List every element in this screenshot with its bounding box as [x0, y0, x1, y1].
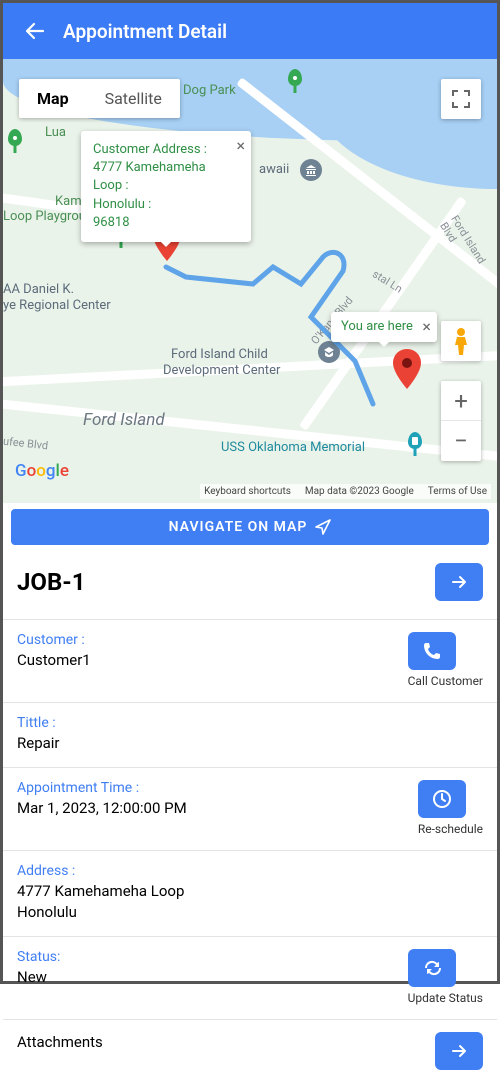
fullscreen-icon: [452, 90, 470, 108]
map-tab-satellite[interactable]: Satellite: [87, 79, 180, 118]
action-caption: Update Status: [408, 991, 483, 1005]
address-line: Honolulu: [17, 902, 483, 922]
back-button[interactable]: [15, 19, 55, 43]
arrow-left-icon: [23, 19, 47, 43]
field-label: Status:: [17, 949, 408, 965]
map-attribution: Keyboard shortcuts Map data ©2023 Google…: [200, 484, 491, 499]
field-label: Tittle :: [17, 715, 483, 731]
field-value: Customer1: [17, 650, 408, 670]
field-value: Mar 1, 2023, 12:00:00 PM: [17, 798, 418, 818]
action-caption: Re-schedule: [418, 822, 483, 836]
update-status-button[interactable]: [408, 949, 456, 987]
customer-address-popup: × Customer Address : 4777 Kamehameha Loo…: [81, 131, 251, 242]
keyboard-shortcuts-link[interactable]: Keyboard shortcuts: [204, 486, 291, 497]
popup-line: Honolulu :: [93, 196, 223, 214]
phone-icon: [422, 641, 442, 661]
row-status: Status: New Update Status: [3, 937, 497, 1020]
google-logo: Google: [15, 461, 69, 481]
row-appointment-time: Appointment Time : Mar 1, 2023, 12:00:00…: [3, 768, 497, 851]
field-label: Appointment Time :: [17, 780, 418, 796]
call-customer-button[interactable]: [408, 632, 456, 670]
arrow-right-icon: [449, 572, 469, 592]
row-title: Tittle : Repair: [3, 703, 497, 768]
zoom-out-button[interactable]: −: [441, 421, 481, 461]
appointment-content: JOB-1 Customer : Customer1 Call Customer…: [3, 545, 497, 1076]
fullscreen-button[interactable]: [441, 79, 481, 119]
pegman-icon: [451, 327, 471, 355]
navigate-on-map-button[interactable]: NAVIGATE ON MAP: [11, 509, 489, 545]
zoom-control: + −: [441, 381, 481, 461]
row-attachments: Attachments: [3, 1020, 497, 1076]
field-value: 4777 Kamehameha Loop Honolulu: [17, 881, 483, 922]
field-label: Address :: [17, 863, 483, 879]
popup-line: You are here: [341, 318, 413, 336]
map-type-toggle: Map Satellite: [19, 79, 180, 118]
streetview-pegman[interactable]: [441, 321, 481, 361]
app-header: Appointment Detail: [3, 3, 497, 59]
reschedule-button[interactable]: [418, 780, 466, 818]
map-data-attribution: Map data ©2023 Google: [305, 486, 414, 497]
address-line: 4777 Kamehameha Loop: [17, 881, 483, 901]
zoom-in-button[interactable]: +: [441, 381, 481, 421]
attachments-label: Attachments: [17, 1032, 435, 1052]
close-icon[interactable]: ×: [422, 316, 431, 338]
map-tab-map[interactable]: Map: [19, 79, 87, 118]
popup-line: Customer Address :: [93, 141, 223, 159]
popup-line: 4777 Kamehameha Loop :: [93, 159, 223, 195]
you-are-here-popup: × You are here: [331, 312, 437, 342]
popup-line: 96818: [93, 214, 223, 232]
map[interactable]: Dog Park Lua Kam Loop Playground awaii A…: [3, 59, 497, 503]
row-customer: Customer : Customer1 Call Customer: [3, 620, 497, 703]
job-header: JOB-1: [3, 545, 497, 620]
field-value: Repair: [17, 733, 483, 753]
arrow-right-icon: [449, 1041, 469, 1061]
job-open-button[interactable]: [435, 563, 483, 601]
terms-link[interactable]: Terms of Use: [428, 486, 487, 497]
attachments-open-button[interactable]: [435, 1032, 483, 1070]
navigate-icon: [315, 519, 331, 535]
clock-icon: [432, 789, 452, 809]
navigate-label: NAVIGATE ON MAP: [169, 519, 308, 535]
map-pin-you[interactable]: [393, 349, 421, 389]
field-label: Customer :: [17, 632, 408, 648]
job-title: JOB-1: [17, 568, 86, 596]
close-icon[interactable]: ×: [236, 135, 245, 157]
memorial-icon: [405, 432, 425, 458]
action-caption: Call Customer: [408, 674, 483, 688]
refresh-icon: [422, 958, 442, 978]
page-title: Appointment Detail: [63, 20, 227, 43]
row-address: Address : 4777 Kamehameha Loop Honolulu: [3, 851, 497, 937]
